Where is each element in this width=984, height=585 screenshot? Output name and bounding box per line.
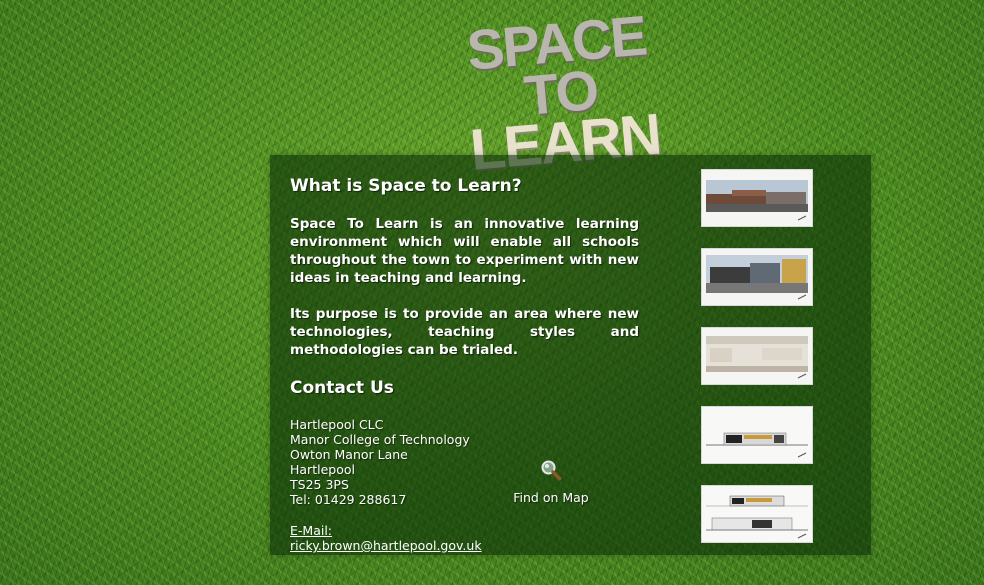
postal-address: Hartlepool CLC Manor College of Technolo…	[290, 417, 470, 507]
address-line: Hartlepool	[290, 462, 355, 477]
thumbnail-gallery	[701, 169, 813, 564]
thumbnail-building-exterior-1[interactable]	[701, 169, 813, 227]
about-paragraph-1: Space To Learn is an innovative learning…	[290, 216, 639, 286]
address-line: Owton Manor Lane	[290, 447, 408, 462]
contact-section: Hartlepool CLC Manor College of Technolo…	[290, 417, 639, 553]
telephone: Tel: 01429 288617	[290, 492, 407, 507]
thumbnail-elevation-1[interactable]	[701, 406, 813, 464]
about-title: What is Space to Learn?	[290, 176, 522, 196]
about-section: What is Space to Learn? Space To Learn i…	[290, 175, 639, 359]
find-on-map-label: Find on Map	[513, 490, 589, 505]
address-line: Manor College of Technology	[290, 432, 470, 447]
contact-title: Contact Us	[290, 378, 394, 398]
site-logo[interactable]: SPACE TO LEARN	[430, 3, 689, 182]
email-link[interactable]: ricky.brown@hartlepool.gov.uk	[290, 538, 482, 553]
find-on-map-link[interactable]: Find on Map	[506, 459, 596, 505]
address-line: Hartlepool CLC	[290, 417, 384, 432]
address-line: TS25 3PS	[290, 477, 349, 492]
email-block: E-Mail: ricky.brown@hartlepool.gov.uk	[290, 523, 482, 553]
magnifier-icon	[541, 460, 562, 481]
thumbnail-interior[interactable]	[701, 327, 813, 385]
content-panel: What is Space to Learn? Space To Learn i…	[270, 155, 871, 555]
main-content: What is Space to Learn? Space To Learn i…	[290, 175, 639, 553]
about-paragraph-2: Its purpose is to provide an area where …	[290, 306, 639, 358]
thumbnail-elevation-2[interactable]	[701, 485, 813, 543]
thumbnail-building-exterior-2[interactable]	[701, 248, 813, 306]
email-label-link[interactable]: E-Mail:	[290, 523, 332, 538]
